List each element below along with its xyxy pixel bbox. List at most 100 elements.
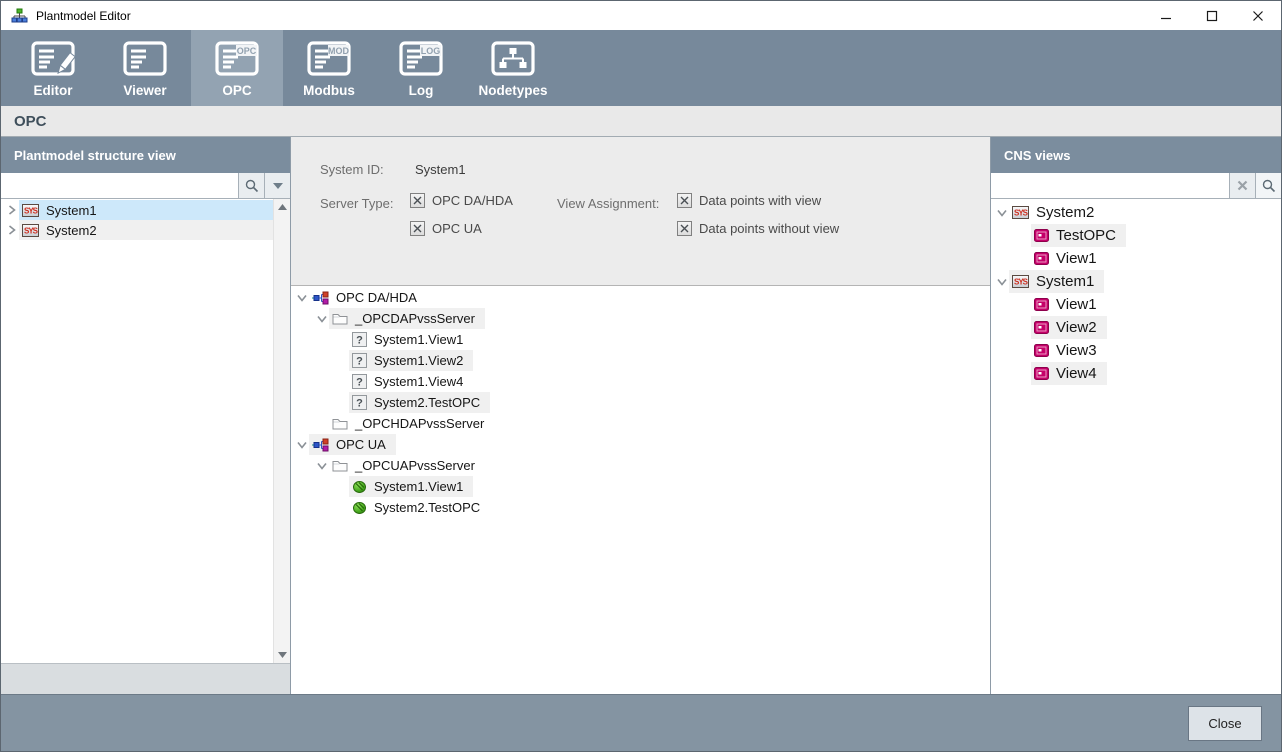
svg-text:LOG: LOG <box>421 46 441 56</box>
tree-item-label: System1 <box>46 203 97 218</box>
chevron-down-icon[interactable] <box>295 294 309 302</box>
tree-item[interactable]: _OPCUAPvssServer <box>291 455 990 476</box>
scroll-up-icon <box>278 204 287 210</box>
tree-item-label: System1.View2 <box>374 353 463 368</box>
folder-icon <box>332 459 348 472</box>
system-id-value: System1 <box>415 162 466 177</box>
tree-item[interactable]: SYSSystem1 <box>991 270 1281 293</box>
window-title: Plantmodel Editor <box>36 9 131 23</box>
tree-item-label: OPC DA/HDA <box>336 290 417 305</box>
tree-item[interactable]: ?System2.TestOPC <box>291 392 990 413</box>
tree-item[interactable]: ? System1.View1 <box>291 329 990 350</box>
tag-icon <box>352 479 367 494</box>
tree-item[interactable]: ?System1.View2 <box>291 350 990 371</box>
tree-item[interactable]: View3 <box>991 339 1281 362</box>
toolbar-button-log[interactable]: LOGLog <box>375 30 467 106</box>
network-icon <box>312 438 329 452</box>
tree-item[interactable]: OPC UA <box>291 434 990 455</box>
tree-item[interactable]: View1 <box>991 293 1281 316</box>
maximize-icon <box>1206 10 1218 22</box>
tree-item[interactable]: _OPCHDAPvssServer <box>291 413 990 434</box>
checkbox-group-opc-ua: OPC UA <box>410 221 482 236</box>
tree-item[interactable]: System1.View1 <box>291 476 990 497</box>
question-icon: ? <box>352 374 367 389</box>
cns-views-tree: SYSSystem2TestOPCView1SYSSystem1View1Vie… <box>991 199 1281 694</box>
cns-search-button[interactable] <box>1255 173 1281 198</box>
cns-search-input[interactable] <box>991 173 1229 198</box>
structure-search-button[interactable] <box>238 173 264 198</box>
opc-ua-checkbox[interactable] <box>410 221 425 236</box>
checkbox-group-with-view: Data points with view <box>677 193 821 208</box>
view-icon <box>1034 321 1049 334</box>
chevron-right-icon[interactable] <box>5 225 19 235</box>
structure-search-input[interactable] <box>1 173 238 198</box>
tree-item[interactable]: View2 <box>991 316 1281 339</box>
tree-item[interactable]: TestOPC <box>991 224 1281 247</box>
chevron-down-icon[interactable] <box>315 315 329 323</box>
tree-item[interactable]: ?System1.View4 <box>291 371 990 392</box>
chevron-right-icon[interactable] <box>5 205 19 215</box>
tree-item[interactable]: SYS System2 <box>1 220 273 240</box>
toolbar-button-label: Editor <box>34 83 73 98</box>
close-button[interactable]: Close <box>1188 706 1262 741</box>
chevron-down-icon[interactable] <box>995 209 1009 217</box>
tree-item-label: System1.View1 <box>374 332 463 347</box>
maximize-button[interactable] <box>1189 1 1235 30</box>
toolbar-button-nodetypes[interactable]: Nodetypes <box>467 30 559 106</box>
system-icon: SYS <box>22 224 39 237</box>
tree-item[interactable]: _OPCDAPvssServer <box>291 308 990 329</box>
tree-item-label: View4 <box>1056 365 1097 382</box>
structure-filter-dropdown-button[interactable] <box>264 173 290 198</box>
scroll-down-icon <box>278 652 287 658</box>
clear-icon <box>1237 180 1248 191</box>
minimize-button[interactable] <box>1143 1 1189 30</box>
tree-item[interactable]: SYSSystem2 <box>991 201 1281 224</box>
svg-text:?: ? <box>356 335 363 347</box>
chevron-down-icon[interactable] <box>995 278 1009 286</box>
close-window-button[interactable] <box>1235 1 1281 30</box>
chevron-down-icon[interactable] <box>315 462 329 470</box>
x-mark-icon <box>413 196 422 205</box>
folder-icon <box>332 312 348 325</box>
data-points-without-view-checkbox[interactable] <box>677 221 692 236</box>
x-mark-icon <box>413 224 422 233</box>
svg-text:?: ? <box>356 377 363 389</box>
svg-text:SYS: SYS <box>1014 278 1029 287</box>
question-icon: ? <box>352 395 367 410</box>
tag-icon <box>352 500 367 515</box>
opc-info-box: System ID: System1 Server Type: OPC DA/H… <box>291 137 990 286</box>
svg-text:SYS: SYS <box>1014 209 1029 218</box>
question-icon: ? <box>352 332 367 347</box>
tree-item[interactable]: SYSSystem1 <box>1 200 273 220</box>
toolbar-button-editor[interactable]: Editor <box>7 30 99 106</box>
tree-item-label: System2 <box>46 223 97 238</box>
tree-item[interactable]: View4 <box>991 362 1281 385</box>
view-icon <box>1034 229 1049 242</box>
tree-item[interactable]: OPC DA/HDA <box>291 287 990 308</box>
magnifier-icon <box>1262 179 1276 193</box>
tree-item[interactable]: View1 <box>991 247 1281 270</box>
svg-text:MOD: MOD <box>328 46 349 56</box>
opc-da-hda-checkbox[interactable] <box>410 193 425 208</box>
scroll-down-button[interactable] <box>274 647 291 663</box>
dropdown-icon <box>273 182 283 190</box>
toolbar-button-viewer[interactable]: Viewer <box>99 30 191 106</box>
left-tree-scrollbar[interactable] <box>273 199 290 663</box>
cns-search-clear-button[interactable] <box>1229 173 1255 198</box>
view-assignment-label: View Assignment: <box>557 196 659 211</box>
checkbox-group-opc-da-hda: OPC DA/HDA <box>410 193 513 208</box>
tree-item[interactable]: System2.TestOPC <box>291 497 990 518</box>
data-points-with-view-checkbox[interactable] <box>677 193 692 208</box>
tree-item-label: View1 <box>1056 296 1097 313</box>
view-icon <box>1034 298 1049 311</box>
tree-item-label: _OPCUAPvssServer <box>355 458 475 473</box>
cns-views-panel: CNS views SYSSystem2TestOPCView1SYSSyste… <box>991 137 1281 694</box>
toolbar-button-opc[interactable]: OPCOPC <box>191 30 283 106</box>
plantmodel-tree: SYSSystem1 SYS System2 <box>1 199 290 663</box>
chevron-down-icon[interactable] <box>295 441 309 449</box>
right-panel-title: CNS views <box>991 137 1281 173</box>
view-icon <box>1034 367 1049 380</box>
toolbar-button-modbus[interactable]: MODModbus <box>283 30 375 106</box>
scroll-up-button[interactable] <box>274 199 291 215</box>
view-icon <box>1034 252 1049 265</box>
